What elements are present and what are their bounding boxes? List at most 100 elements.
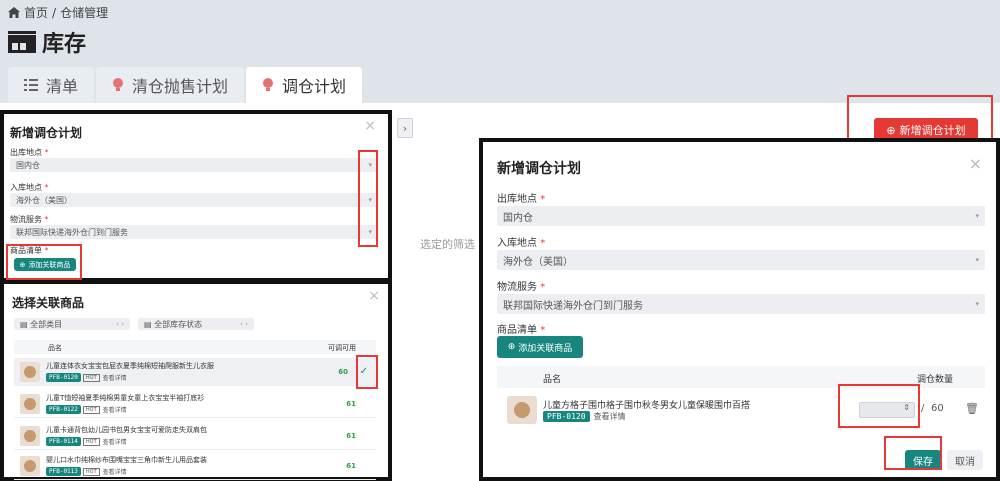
product-thumbnail xyxy=(20,455,40,476)
quantity-separator: / xyxy=(921,403,925,414)
add-related-product-button[interactable]: ⊕ 添加关联商品 xyxy=(497,336,583,358)
view-details-link[interactable]: 查看详情 xyxy=(103,437,127,446)
page-title: 库存 xyxy=(8,26,86,58)
plus-circle-icon: ⊕ xyxy=(507,342,516,352)
check-icon[interactable]: ✓ xyxy=(360,366,368,377)
caret-down-icon: ▾ xyxy=(975,300,979,308)
caret-down-icon: ▾ xyxy=(975,256,979,264)
dialog-title: 新增调仓计划 xyxy=(497,161,581,177)
tag-badge: HOT xyxy=(82,437,100,446)
outbound-select[interactable]: 国内仓 ▾ xyxy=(10,158,378,172)
category-filter[interactable]: ▤ 全部类目 ‹ › xyxy=(14,318,130,330)
close-icon[interactable]: × xyxy=(364,118,376,134)
product-thumbnail xyxy=(507,396,537,424)
tab-clearance-label: 清仓抛售计划 xyxy=(132,77,229,96)
outbound-select[interactable]: 国内仓 ▾ xyxy=(497,206,985,226)
caret-down-icon: ▾ xyxy=(975,212,979,220)
col-stock-header: 可调可用 xyxy=(328,344,356,352)
sku-badge: PFB-0120 xyxy=(46,373,81,382)
page-title-text: 库存 xyxy=(42,32,87,57)
breadcrumb-separator: / xyxy=(52,5,57,20)
inbound-select[interactable]: 海外仓（美国） ▾ xyxy=(10,193,378,207)
logistics-select[interactable]: 联邦国际快递海外仓门到门服务 ▾ xyxy=(10,225,378,239)
breadcrumb-current[interactable]: 仓储管理 xyxy=(60,4,108,21)
sku-badge: PFB-0113 xyxy=(46,467,81,476)
select-product-dialog: 选择关联商品 × ▤ 全部类目 ‹ › ▤ 全部库存状态 ‹ › 品名 可调可用 儿… xyxy=(0,280,392,481)
product-name: 婴儿口水巾纯棉纱布围嘴宝宝三角巾新生儿用品套装 xyxy=(46,456,207,464)
filter-hint: 选定的筛选 xyxy=(420,238,475,251)
tab-transfer-plan[interactable]: 调仓计划 xyxy=(246,67,363,103)
pager-arrows-icon: ‹ › xyxy=(240,320,248,328)
product-row[interactable]: 婴儿口水巾纯棉纱布围嘴宝宝三角巾新生儿用品套装 PFB-0113 HOT 查看详… xyxy=(14,452,376,480)
caret-down-icon: ▾ xyxy=(368,161,372,169)
view-details-link[interactable]: 查看详情 xyxy=(103,467,127,476)
item-name: 儿童方格子围巾格子围巾秋冬男女儿童保暖围巾百搭 xyxy=(543,401,751,411)
outbound-label: 出库地点 * xyxy=(10,148,49,157)
tag-badge: HOT xyxy=(82,405,100,414)
new-plan-dialog: 新增调仓计划 × 出库地点 * 国内仓 ▾ 入库地点 * 海外仓（美国） ▾ 物流服… xyxy=(479,138,1000,481)
tag-badge: HOT xyxy=(82,467,100,476)
sku-badge: PFB-0120 xyxy=(543,411,590,422)
product-stock: 61 xyxy=(346,461,356,470)
breadcrumb-home[interactable]: 首页 xyxy=(24,4,48,21)
product-table-header: 品名 可调可用 xyxy=(14,340,376,354)
caret-down-icon: ▾ xyxy=(368,196,372,204)
logistics-label: 物流服务 * xyxy=(497,282,546,293)
col-qty-header: 调仓数量 xyxy=(917,375,954,385)
view-details-link[interactable]: 查看详情 xyxy=(103,373,127,382)
warehouse-icon xyxy=(8,31,36,53)
chevron-right-icon[interactable]: › xyxy=(397,118,413,138)
product-stock: 61 xyxy=(346,399,356,408)
view-details-link[interactable]: 查看详情 xyxy=(594,411,626,422)
quantity-input[interactable]: ⇕ xyxy=(859,402,915,418)
outbound-label: 出库地点 * xyxy=(497,194,546,205)
filter-icon: ▤ xyxy=(144,319,152,329)
inbound-select[interactable]: 海外仓（美国） ▾ xyxy=(497,250,985,270)
caret-down-icon: ▾ xyxy=(368,228,372,236)
inbound-label: 入库地点 * xyxy=(497,238,546,249)
product-row[interactable]: 儿童卡通背包幼儿园书包男女宝宝可爱防走失双肩包 PFB-0114 HOT 查看详… xyxy=(14,422,376,450)
inbound-label: 入库地点 * xyxy=(10,183,49,192)
tab-list[interactable]: 清单 xyxy=(8,67,95,103)
col-name-header: 品名 xyxy=(543,375,562,385)
col-name-header: 品名 xyxy=(48,344,62,352)
tab-clearance-plan[interactable]: 清仓抛售计划 xyxy=(96,67,245,103)
view-details-link[interactable]: 查看详情 xyxy=(103,405,127,414)
product-stock: 61 xyxy=(346,431,356,440)
add-transfer-plan-label: 新增调仓计划 xyxy=(899,124,966,137)
dialog-title: 选择关联商品 xyxy=(12,296,85,310)
breadcrumb: 首页 / 仓储管理 xyxy=(8,4,108,21)
tab-bar: 清单 清仓抛售计划 调仓计划 xyxy=(8,67,364,103)
quantity-max: 60 xyxy=(931,403,944,414)
tag-badge: HOT xyxy=(82,373,100,382)
items-label: 商品清单 * xyxy=(497,325,546,336)
tab-list-label: 清单 xyxy=(46,77,79,96)
plus-circle-icon: ⊕ xyxy=(19,260,26,269)
stock-status-filter[interactable]: ▤ 全部库存状态 ‹ › xyxy=(138,318,254,330)
product-row[interactable]: 儿童连体衣女宝宝包屁衣夏季纯棉短袖爬服新生儿衣服 PFB-0120 HOT 查看… xyxy=(14,358,376,386)
cancel-button[interactable]: 取消 xyxy=(947,450,983,470)
items-label: 商品清单 * xyxy=(10,246,49,255)
logistics-select[interactable]: 联邦国际快递海外仓门到门服务 ▾ xyxy=(497,294,985,314)
product-row[interactable]: 儿童T恤短袖夏季纯棉男童女童上衣宝宝半袖打底衫 PFB-0122 HOT 查看详… xyxy=(14,390,376,418)
product-thumbnail xyxy=(20,393,40,414)
dialog-title: 新增调仓计划 xyxy=(10,126,83,140)
close-icon[interactable]: × xyxy=(368,288,380,304)
product-stock: 60 xyxy=(338,367,348,376)
bulb-icon xyxy=(113,78,124,91)
close-icon[interactable]: × xyxy=(969,154,982,173)
pager-arrows-icon: ‹ › xyxy=(116,320,124,328)
stepper-arrows-icon[interactable]: ⇕ xyxy=(903,403,910,412)
delete-icon[interactable]: 🗑 xyxy=(965,402,979,415)
filter-icon: ▤ xyxy=(20,319,28,329)
new-plan-dialog-small: 新增调仓计划 × 出库地点 * 国内仓 ▾ 入库地点 * 海外仓（美国） ▾ 物流服… xyxy=(0,110,392,282)
home-icon[interactable] xyxy=(8,7,20,18)
item-row: 儿童方格子围巾格子围巾秋冬男女儿童保暖围巾百搭 PFB-0120 查看详情 ⇕ … xyxy=(497,390,985,430)
bulb-icon xyxy=(263,78,274,91)
save-button[interactable]: 保存 xyxy=(905,450,941,470)
add-related-product-button[interactable]: ⊕ 添加关联商品 xyxy=(14,258,76,271)
list-icon xyxy=(24,79,38,91)
logistics-label: 物流服务 * xyxy=(10,215,49,224)
tab-transfer-label: 调仓计划 xyxy=(282,77,347,96)
product-name: 儿童卡通背包幼儿园书包男女宝宝可爱防走失双肩包 xyxy=(46,426,207,434)
